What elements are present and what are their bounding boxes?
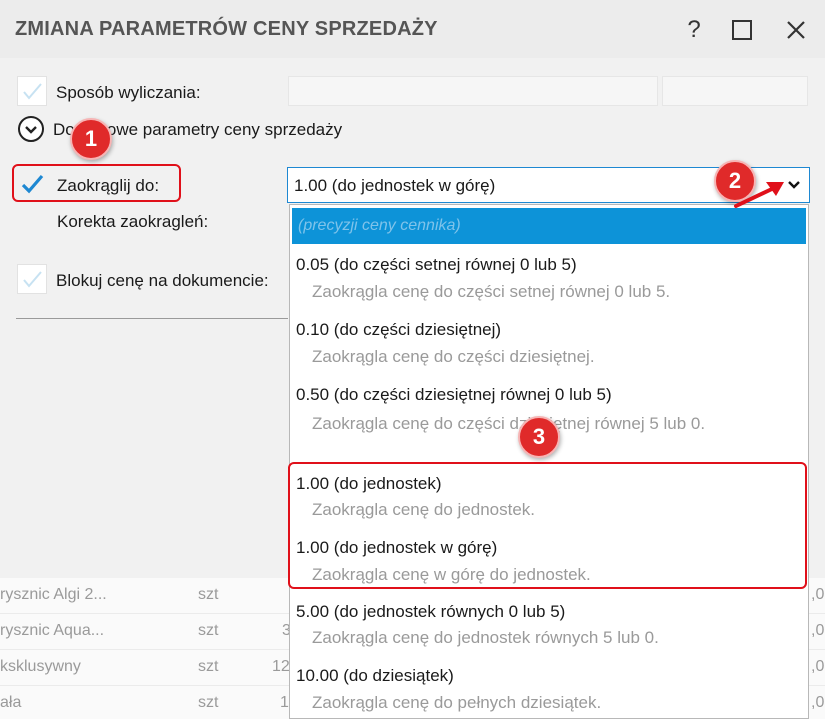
grid-cell-right: ,0 [811,658,825,675]
blokuj-label: Blokuj cenę na dokumencie: [56,271,269,290]
grid-cell-unit: szt [198,622,219,639]
grid-cell-name: rysznic Aqua... [0,622,105,639]
highlight-options [288,462,807,589]
grid-cell-qty: 12 [272,658,290,675]
expander-toggle[interactable] [18,116,44,142]
dropdown-option-selected[interactable]: (precyzji ceny cennika) [292,208,806,244]
sposob-field[interactable] [288,76,658,106]
close-icon [787,21,805,39]
sposob-field-extra[interactable] [662,76,808,106]
grid-cell-right: ,0 [811,586,825,603]
help-button[interactable]: ? [674,12,714,48]
title-bar: ZMIANA PARAMETRÓW CENY SPRZEDAŻY ? [0,0,825,58]
zaokraglij-label: Zaokrąglij do: [57,176,160,195]
grid-cell-name: rysznic Algi 2... [0,586,107,603]
checkmark-icon [23,83,42,100]
option-description: Zaokrągla cenę do części dziesiętnej rów… [312,414,706,433]
option-title: 10.00 (do dziesiątek) [296,666,454,685]
chevron-down-icon [25,126,37,134]
close-button[interactable] [776,12,816,48]
option-description: Zaokrągla cenę do jednostek równych 5 lu… [312,628,659,647]
option-description: Zaokrągla cenę do pełnych dziesiątek. [312,693,602,712]
separator [16,318,288,319]
option-description: Zaokrągla cenę do części dziesiętnej. [312,347,595,366]
korekta-label: Korekta zaokragleń: [57,212,209,231]
option-title: 0.50 (do części dziesiętnej równej 0 lub… [296,385,612,404]
blokuj-checkbox[interactable] [17,264,47,294]
sposob-checkbox[interactable] [17,76,47,106]
window-title: ZMIANA PARAMETRÓW CENY SPRZEDAŻY [15,18,438,40]
annotation-badge-3: 3 [518,416,560,458]
checkmark-icon [21,174,44,194]
grid-cell-qty: 1 [280,694,289,711]
option-title: 0.05 (do części setnej równej 0 lub 5) [296,255,577,274]
grid-cell-right: ,0 [811,622,825,639]
sposob-label: Sposób wyliczania: [56,83,201,102]
option-description: Zaokrągla cenę do części setnej równej 0… [312,282,671,301]
grid-cell-name: ała [0,694,22,711]
grid-cell-name: ksklusywny [0,658,81,675]
grid-cell-unit: szt [198,694,219,711]
maximize-button[interactable] [722,12,762,48]
grid-cell-unit: szt [198,586,219,603]
option-title: 5.00 (do jednostek równych 0 lub 5) [296,602,566,621]
annotation-badge-1: 1 [70,118,112,160]
maximize-icon [732,20,752,40]
dropdown-option-placeholder: (precyzji ceny cennika) [298,217,461,234]
checkmark-icon [23,271,42,288]
grid-cell-right: ,0 [811,694,825,711]
annotation-arrow-icon [734,182,784,208]
option-title: 0.10 (do części dziesiętnej) [296,320,502,339]
grid-cell-unit: szt [198,658,219,675]
zaokraglij-checkbox[interactable] [17,169,47,199]
zaokraglij-combo-value: 1.00 (do jednostek w górę) [294,176,496,195]
